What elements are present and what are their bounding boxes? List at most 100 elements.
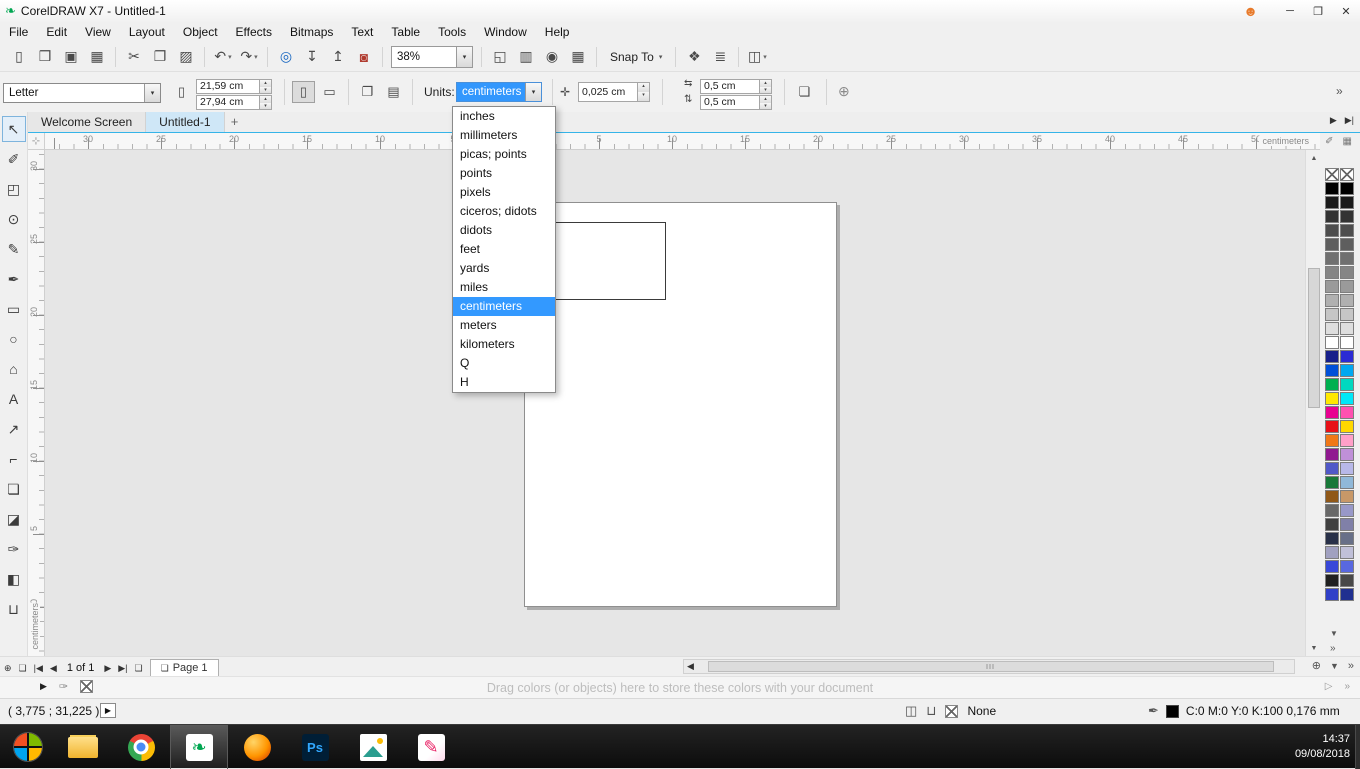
units-option-ciceros-didots[interactable]: ciceros; didots	[453, 202, 555, 221]
redo-button[interactable]: ↷▾	[237, 45, 261, 69]
zoom-level-combo[interactable]: 38%▾	[391, 46, 473, 68]
color-swatch[interactable]	[1325, 546, 1339, 559]
units-option-pixels[interactable]: pixels	[453, 183, 555, 202]
page-size-preset-combo[interactable]: Letter ▾	[3, 83, 161, 103]
spin-down-icon[interactable]: ▾	[260, 103, 271, 110]
color-swatch[interactable]	[1340, 322, 1354, 335]
tray-more-icon[interactable]: »	[1344, 681, 1350, 692]
page-tab[interactable]: ❏ Page 1	[150, 659, 219, 677]
color-swatch[interactable]	[1340, 546, 1354, 559]
color-swatch[interactable]	[1340, 448, 1354, 461]
polygon-tool[interactable]: ⌂	[2, 356, 26, 382]
start-button[interactable]	[2, 725, 54, 769]
no-color-swatch[interactable]	[1340, 168, 1354, 181]
taskbar-chrome[interactable]	[112, 725, 170, 769]
add-page-icon[interactable]: ❏	[19, 663, 27, 674]
color-swatch[interactable]	[1325, 294, 1339, 307]
ruler-origin-button[interactable]: ⊹	[28, 133, 45, 150]
color-swatch[interactable]	[1340, 392, 1354, 405]
menu-help[interactable]: Help	[536, 22, 579, 42]
next-page-icon[interactable]: ▶	[104, 663, 111, 674]
ruler-grid-icon[interactable]: ▦	[1343, 136, 1352, 147]
color-swatch[interactable]	[1340, 588, 1354, 601]
color-swatch[interactable]	[1340, 294, 1354, 307]
ellipse-tool[interactable]: ○	[2, 326, 26, 352]
units-option-kilometers[interactable]: kilometers	[453, 335, 555, 354]
color-swatch[interactable]	[1325, 196, 1339, 209]
publish-to-pdf-button[interactable]: ◙	[352, 45, 376, 69]
chevron-down-icon[interactable]: ▾	[254, 53, 258, 61]
color-swatch[interactable]	[1340, 350, 1354, 363]
paste-button[interactable]: ▨	[174, 45, 198, 69]
color-swatch[interactable]	[1325, 588, 1339, 601]
spin-down-icon[interactable]: ▾	[638, 92, 649, 101]
units-option-didots[interactable]: didots	[453, 221, 555, 240]
show-guidelines-button[interactable]: ◉	[540, 45, 564, 69]
nudge-distance-field[interactable]: 0,025 cm ▴▾	[578, 82, 650, 102]
no-color-swatch[interactable]	[80, 680, 93, 693]
tab-untitled-1[interactable]: Untitled-1	[146, 112, 224, 132]
color-swatch[interactable]	[1325, 280, 1339, 293]
menu-window[interactable]: Window	[475, 22, 536, 42]
restore-button[interactable]: ❐	[1304, 1, 1332, 21]
menu-view[interactable]: View	[76, 22, 120, 42]
tab-scroll-right-icon[interactable]: ▶	[1330, 115, 1337, 126]
units-option-meters[interactable]: meters	[453, 316, 555, 335]
scroll-up-icon[interactable]: ▲	[1306, 150, 1322, 166]
tab-welcome-screen[interactable]: Welcome Screen	[28, 112, 146, 132]
duplicate-x-spinner[interactable]: ▴▾	[759, 80, 771, 93]
fill-none-swatch[interactable]	[945, 705, 958, 718]
spin-down-icon[interactable]: ▾	[760, 103, 771, 110]
chevron-down-icon[interactable]: ▾	[763, 53, 767, 61]
application-launcher-button[interactable]: ≣	[708, 45, 732, 69]
units-option-h[interactable]: H	[453, 373, 555, 392]
palette-more-icon[interactable]: »	[1348, 660, 1354, 672]
palette-down-icon[interactable]: ▼	[1330, 661, 1339, 671]
add-page-tab-button[interactable]: +	[225, 112, 245, 132]
color-swatch[interactable]	[1325, 532, 1339, 545]
units-option-yards[interactable]: yards	[453, 259, 555, 278]
menu-table[interactable]: Table	[382, 22, 429, 42]
color-swatch[interactable]	[1340, 238, 1354, 251]
previous-page-icon[interactable]: ◀	[50, 663, 57, 674]
units-option-picas-points[interactable]: picas; points	[453, 145, 555, 164]
pick-tool[interactable]: ↖	[2, 116, 26, 142]
show-rulers-button[interactable]: ▥	[514, 45, 538, 69]
color-swatch[interactable]	[1340, 364, 1354, 377]
landscape-button[interactable]: ▭	[318, 81, 341, 103]
drop-shadow-tool[interactable]: ❏	[2, 476, 26, 502]
color-swatch[interactable]	[1325, 336, 1339, 349]
search-content-button[interactable]: ◎	[274, 45, 298, 69]
drawn-rectangle[interactable]	[542, 222, 666, 300]
fill-tool-icon[interactable]: ⊔	[926, 703, 936, 719]
vertical-scroll-thumb[interactable]	[1308, 268, 1320, 408]
new-document-button[interactable]: ▯	[7, 45, 31, 69]
units-option-feet[interactable]: feet	[453, 240, 555, 259]
color-swatch[interactable]	[1325, 448, 1339, 461]
taskbar-clock[interactable]: 14:37 09/08/2018	[1295, 732, 1350, 762]
page-height-spinner[interactable]: ▴▾	[259, 96, 271, 109]
units-option-inches[interactable]: inches	[453, 107, 555, 126]
color-swatch[interactable]	[1340, 420, 1354, 433]
interactive-fill-tool[interactable]: ◧	[2, 566, 26, 592]
spin-up-icon[interactable]: ▴	[638, 83, 649, 92]
menu-file[interactable]: File	[0, 22, 37, 42]
copy-button[interactable]: ❐	[148, 45, 172, 69]
vertical-scrollbar[interactable]: ▲ ▼	[1305, 150, 1321, 656]
color-swatch[interactable]	[1340, 518, 1354, 531]
tray-eyedropper-icon[interactable]: ✑	[59, 680, 68, 693]
color-swatch[interactable]	[1325, 350, 1339, 363]
propbar-overflow-icon[interactable]: »	[1336, 84, 1343, 98]
scroll-left-icon[interactable]: ◀	[687, 661, 694, 672]
color-swatch[interactable]	[1325, 574, 1339, 587]
color-swatch[interactable]	[1325, 406, 1339, 419]
freehand-tool[interactable]: ✎	[2, 236, 26, 262]
customize-icon[interactable]: ⊕	[4, 663, 12, 674]
units-option-millimeters[interactable]: millimeters	[453, 126, 555, 145]
color-swatch[interactable]	[1325, 210, 1339, 223]
duplicate-x-field[interactable]: 0,5 cm ▴▾	[700, 79, 772, 94]
duplicate-y-spinner[interactable]: ▴▾	[759, 96, 771, 109]
palette-scroll-down-icon[interactable]: ▼	[1330, 629, 1338, 638]
menu-tools[interactable]: Tools	[429, 22, 475, 42]
all-pages-button[interactable]: ❐	[356, 81, 379, 103]
